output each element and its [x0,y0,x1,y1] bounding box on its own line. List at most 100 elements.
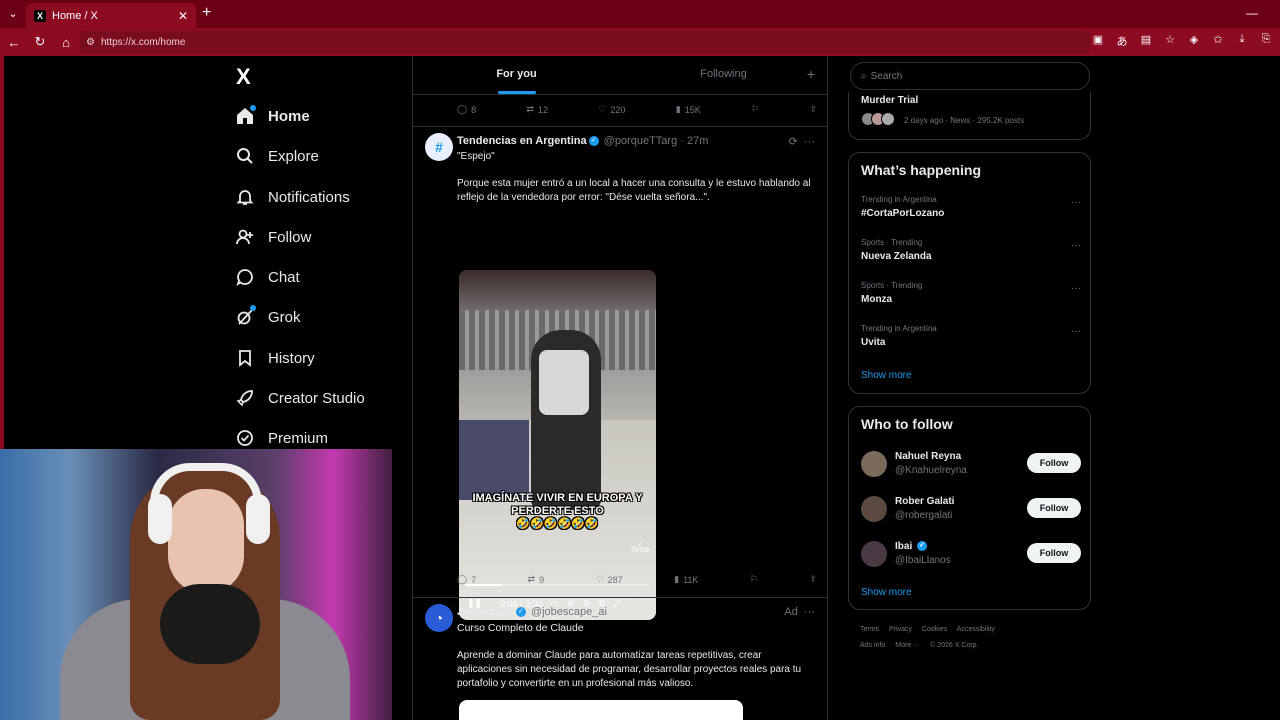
divider [413,94,827,95]
reload-icon[interactable]: ↻ [28,34,52,50]
trend-item[interactable]: Trending in Argentina #CortaPorLozano ··… [861,195,1081,219]
share-icon[interactable]: ⎘ [1258,33,1274,49]
footer-link[interactable]: Privacy [889,626,912,633]
nav-label: History [268,349,315,367]
follow-button[interactable]: Follow [1027,498,1081,518]
tab-list-chevron-icon[interactable]: ⌄ [4,5,22,23]
more-icon[interactable]: ··· [1071,283,1081,294]
x-logo[interactable]: X [236,64,251,90]
close-tab-icon[interactable]: ✕ [178,9,188,23]
footer-link[interactable]: Accessibility [957,626,995,633]
follow-button[interactable]: Follow [1027,543,1081,563]
tab-bar: ⌄ X Home / X ✕ + — [0,0,1280,28]
nav-item-history[interactable]: History [234,346,315,370]
suggestion-name: Ibai ✓ [895,541,929,552]
search-input[interactable]: ⌕ Search [850,62,1090,90]
post-more-icon[interactable]: ⟳ ··· [789,135,815,148]
share-button[interactable]: ⇪ [809,104,817,115]
author-name[interactable]: Tendencias en Argentina [457,135,587,147]
avatar[interactable] [861,541,887,567]
favorite-icon[interactable]: ☆ [1162,33,1178,49]
minimize-icon[interactable]: — [1246,6,1258,20]
ad-media-card[interactable] [459,700,743,720]
show-more-link[interactable]: Show more [861,370,912,381]
trend-item[interactable]: Trending in Argentina Uvita ··· [861,324,1081,348]
new-tab-icon[interactable]: + [202,4,211,22]
nav-item-home[interactable]: Home [234,104,310,128]
footer-link[interactable]: Cookies [922,626,947,633]
news-card[interactable]: Murder Trial 2 days ago · News · 295.2K … [848,92,1091,140]
tab-for-you[interactable]: For you [413,56,620,94]
suggestion-item[interactable]: Rober Galati @robergalati Follow [861,494,1081,528]
jobescape-avatar[interactable]: ◔ [425,604,453,632]
notification-dot [250,105,256,111]
author-name[interactable]: Jobescape [457,606,514,618]
bookmark-button[interactable]: ⚐ [750,574,758,585]
search-placeholder: Search [870,70,903,82]
views-button[interactable]: ▮ 11K [674,574,698,585]
tab-following[interactable]: Following [620,56,827,94]
post-body: Porque esta mujer entró a un local a hac… [457,178,811,203]
footer-link[interactable]: More ··· [895,642,920,649]
download-icon[interactable]: ⤓ [1234,33,1250,49]
trend-item[interactable]: Sports · Trending Monza ··· [861,281,1081,305]
nav-item-creator-studio[interactable]: Creator Studio [234,386,365,410]
avatar[interactable] [861,496,887,522]
more-icon[interactable]: ··· [1071,197,1081,208]
verified-badge-icon: ✓ [588,136,599,147]
suggestion-name-text: Ibai [895,541,913,552]
author-handle[interactable]: @jobescape_ai [531,606,607,618]
search-icon [234,145,256,167]
more-icon[interactable]: ··· [1071,240,1081,251]
hashtag-avatar-icon[interactable]: # [425,133,453,161]
trend-item[interactable]: Sports · Trending Nueva Zelanda ··· [861,238,1081,262]
like-button[interactable]: ♡ 220 [598,104,625,115]
nav-item-notifications[interactable]: Notifications [234,185,350,209]
video-frame-counter [459,420,529,500]
like-button[interactable]: ♡ 287 [596,574,623,585]
suggestion-item[interactable]: Nahuel Reyna @Knahuelreyna Follow [861,449,1081,483]
post-video[interactable]: IMAGÍNATE VIVIR EN EUROPA Y PERDERTE EST… [459,270,656,620]
follow-icon [234,226,256,248]
trend-meta: Sports · Trending [861,281,923,290]
home-page-icon[interactable]: ⌂ [54,35,78,50]
verified-badge-icon: ✓ [515,607,526,618]
verified-icon [234,427,256,449]
post-time[interactable]: · 27m [680,135,708,147]
url-field[interactable]: ⚙ https://x.com/home [80,31,1090,53]
grok-icon [234,305,256,328]
footer-link[interactable]: Terms [860,626,879,633]
suggestion-item[interactable]: Ibai ✓ @IbaiLlanos Follow [861,539,1081,573]
webcam-person-face [168,489,244,594]
author-handle[interactable]: @porqueTTarg [604,135,678,147]
footer-link[interactable]: Ads info [860,642,885,649]
share-button[interactable]: ⇪ [809,574,817,585]
avatar[interactable] [861,451,887,477]
nav-item-explore[interactable]: Explore [234,144,319,168]
nav-item-chat[interactable]: Chat [234,265,300,289]
reply-button[interactable]: ◯ 8 [457,104,476,115]
trend-meta: Sports · Trending [861,238,923,247]
collections-icon[interactable]: ✩ [1210,33,1226,49]
extension-icon[interactable]: ▣ [1090,33,1106,49]
add-tab-icon[interactable]: + [807,66,815,82]
repost-button[interactable]: ⇄ 9 [528,574,545,585]
nav-item-grok[interactable]: Grok [234,305,301,329]
views-button[interactable]: ▮ 15K [676,104,701,115]
reader-icon[interactable]: ▤ [1138,33,1154,49]
follow-button[interactable]: Follow [1027,453,1081,473]
show-more-link[interactable]: Show more [861,587,912,598]
browser-tab[interactable]: X Home / X ✕ [26,3,196,28]
reply-button[interactable]: ◯ 7 [457,574,476,585]
bookmark-button[interactable]: ⚐ [751,104,759,115]
repost-button[interactable]: ⇄ 12 [526,104,548,115]
translate-icon[interactable]: あ [1114,33,1130,49]
extension-2-icon[interactable]: ◈ [1186,33,1202,49]
reply-count: 8 [471,104,477,115]
ad-label-more[interactable]: Ad ··· [784,606,815,618]
nav-item-premium[interactable]: Premium [234,426,328,450]
site-info-icon[interactable]: ⚙ [86,37,95,48]
nav-item-follow[interactable]: Follow [234,225,311,249]
back-icon[interactable]: ← [2,35,26,50]
more-icon[interactable]: ··· [1071,326,1081,337]
